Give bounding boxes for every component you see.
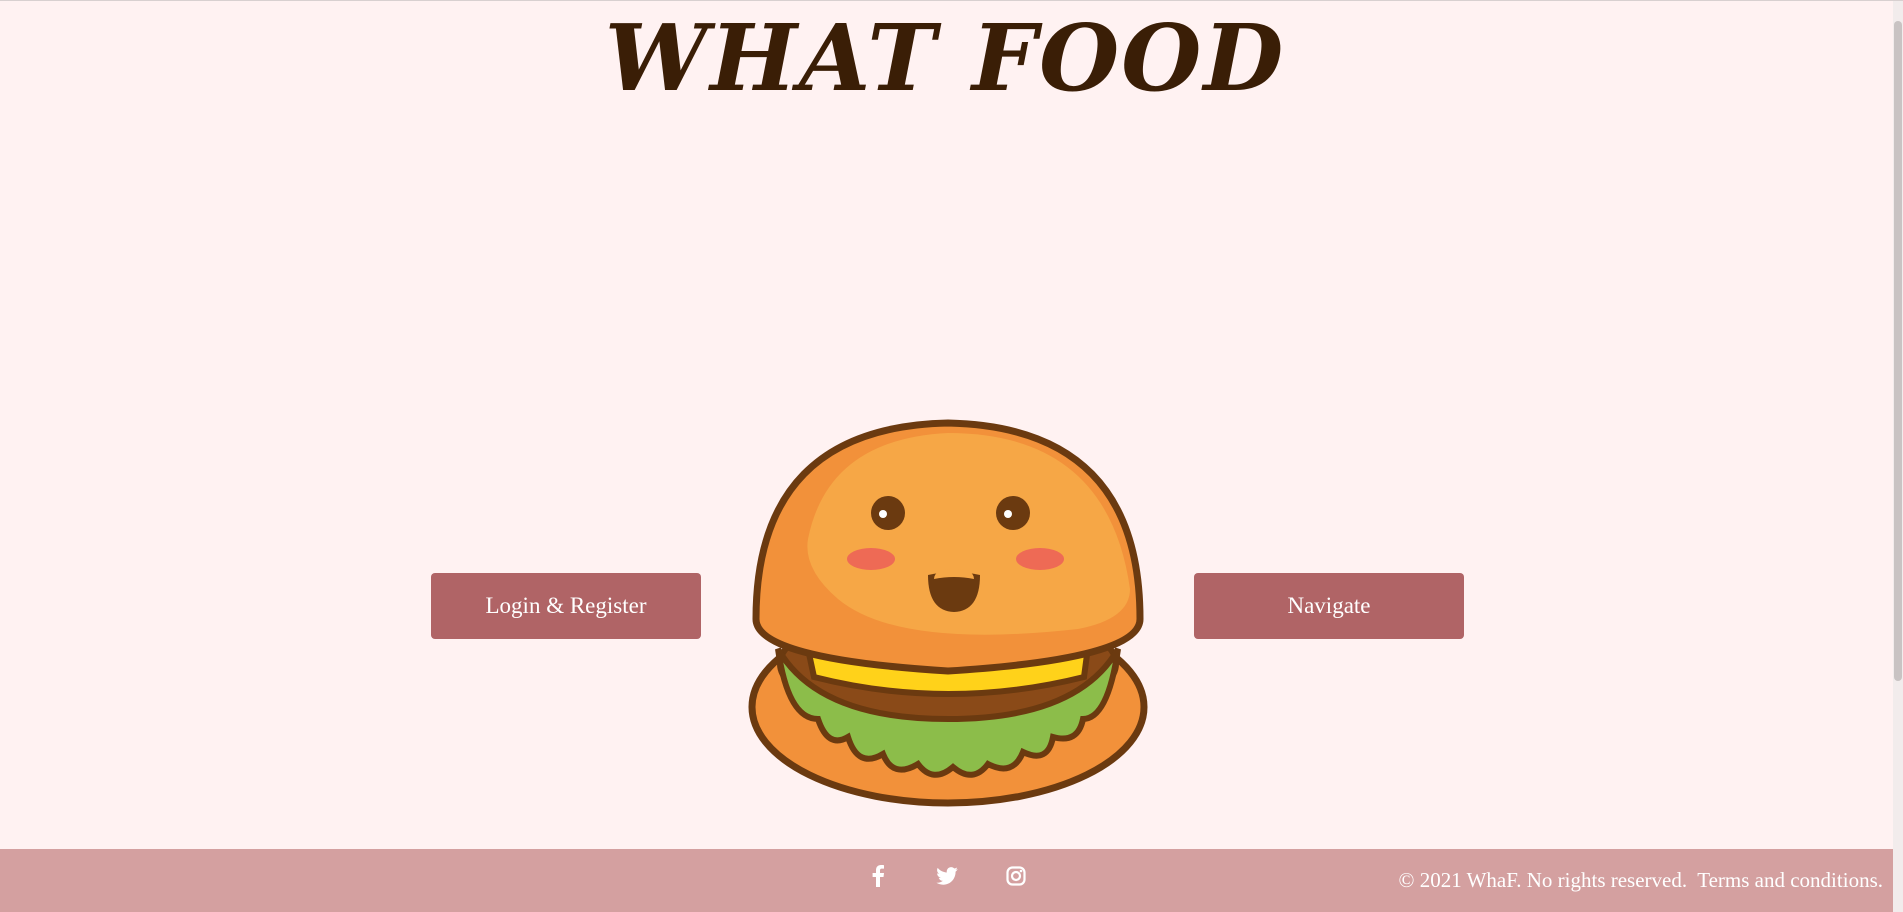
scrollbar-thumb[interactable] bbox=[1894, 21, 1902, 681]
copyright-text: © 2021 WhaF. No rights reserved. Terms a… bbox=[1398, 868, 1883, 892]
instagram-icon[interactable] bbox=[1003, 863, 1029, 889]
page-title: WHAT FOOD bbox=[604, 4, 1286, 112]
navigate-button[interactable]: Navigate bbox=[1194, 573, 1464, 639]
vertical-scrollbar[interactable] bbox=[1893, 1, 1903, 912]
footer: © 2021 WhaF. No rights reserved. Terms a… bbox=[0, 849, 1903, 912]
login-register-button[interactable]: Login & Register bbox=[431, 573, 701, 639]
page: WHAT FOOD Login & Register Navigate © 20… bbox=[0, 0, 1903, 912]
hamburger-mascot-image bbox=[748, 419, 1148, 807]
twitter-icon[interactable] bbox=[934, 863, 960, 889]
facebook-icon[interactable] bbox=[865, 863, 891, 889]
